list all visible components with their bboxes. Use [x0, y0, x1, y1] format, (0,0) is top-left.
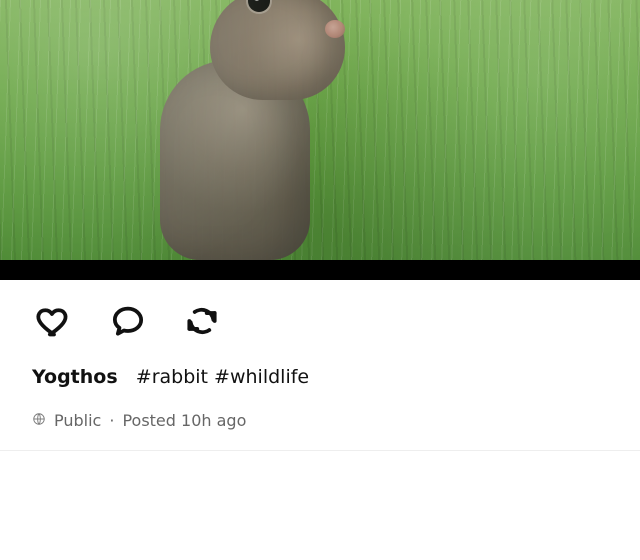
post-divider: [0, 450, 640, 451]
comment-icon: [109, 302, 147, 344]
rabbit-eye: [248, 0, 270, 12]
post-author[interactable]: Yogthos: [32, 366, 118, 388]
comment-button[interactable]: [106, 301, 150, 345]
like-button[interactable]: [32, 301, 76, 345]
heart-icon: [35, 302, 73, 344]
post-hashtags[interactable]: #rabbit #whildlife: [136, 366, 309, 388]
repost-icon: [183, 302, 221, 344]
rabbit-nose: [325, 20, 345, 38]
post-photo[interactable]: [0, 0, 640, 260]
posted-time: Posted 10h ago: [122, 411, 247, 430]
rabbit-image: [160, 0, 350, 260]
post-meta: Public · Posted 10h ago: [32, 410, 246, 432]
visibility-label[interactable]: Public: [54, 410, 101, 432]
post-card: Yogthos #rabbit #whildlife Public · Post…: [0, 0, 640, 560]
globe-icon: [32, 410, 46, 432]
post-actions: [32, 301, 224, 345]
meta-separator: ·: [109, 411, 115, 430]
rabbit-body: [160, 60, 310, 260]
caption-space: [124, 366, 130, 388]
post-caption: Yogthos #rabbit #whildlife: [32, 364, 309, 390]
photo-bottom-bar: [0, 260, 640, 280]
rabbit-head: [210, 0, 345, 100]
repost-button[interactable]: [180, 301, 224, 345]
